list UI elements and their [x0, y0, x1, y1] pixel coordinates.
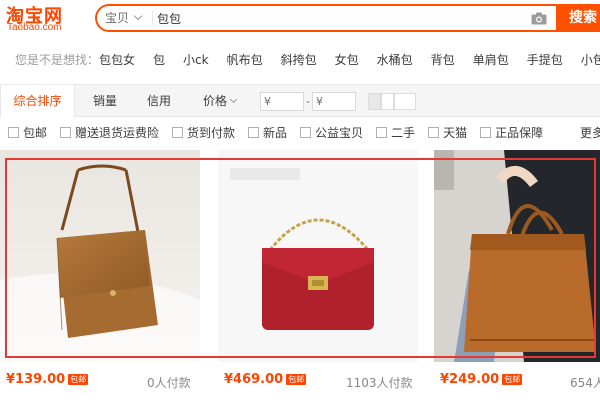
suggestion-item[interactable]: 背包 [431, 51, 455, 68]
search-category-dropdown[interactable]: 宝贝 [105, 6, 143, 30]
price-value: ¥249.00 [440, 372, 500, 387]
product-sales: 654人付款 [570, 376, 600, 390]
filter-label: 天猫 [443, 125, 468, 140]
search-box: 宝贝 [95, 4, 556, 32]
tab-price-label: 价格 [203, 94, 228, 108]
filter-label: 新品 [263, 125, 288, 140]
filter-free-shipping[interactable]: 包邮 [8, 124, 47, 141]
filter-label: 公益宝贝 [315, 125, 364, 140]
tab-sales[interactable]: 销量 [93, 85, 117, 117]
suggestion-item[interactable]: 斜挎包 [281, 51, 317, 68]
related-searches: 您是不是想找： 包包女 包 小ck 帆布包 斜挎包 女包 水桶包 背包 单肩包 … [0, 44, 600, 74]
filter-new[interactable]: 新品 [248, 124, 287, 141]
checkbox[interactable] [248, 126, 260, 138]
filter-label: 二手 [391, 125, 416, 140]
chevron-down-icon [229, 95, 238, 104]
product-card[interactable] [218, 150, 418, 400]
filter-return-insurance[interactable]: 赠送退货运费险 [60, 124, 159, 141]
filter-label: 赠送退货运费险 [75, 125, 160, 140]
related-searches-label: 您是不是想找： [15, 52, 100, 67]
checkbox[interactable] [300, 126, 312, 138]
checkbox[interactable] [60, 126, 72, 138]
large-view-toggle[interactable] [394, 93, 416, 110]
suggestion-item[interactable]: 小包 [581, 51, 600, 68]
product-card[interactable] [434, 150, 600, 400]
camera-icon[interactable] [529, 9, 549, 27]
checkbox[interactable] [428, 126, 440, 138]
filter-label: 正品保障 [495, 125, 544, 140]
grid-view-toggle[interactable] [368, 93, 381, 110]
product-image[interactable] [0, 150, 200, 362]
checkbox[interactable] [376, 126, 388, 138]
product-price: ¥139.00 包邮 [6, 372, 89, 387]
product-sales: 0人付款 [147, 376, 191, 390]
suggestion-item[interactable]: 女包 [335, 51, 359, 68]
filter-authentic[interactable]: 正品保障 [480, 124, 543, 141]
product-card[interactable] [0, 150, 200, 400]
logo-domain: Taobao.com [7, 22, 62, 33]
suggestion-item[interactable]: 水桶包 [377, 51, 413, 68]
search-button[interactable]: 搜索 [556, 4, 600, 32]
search-divider [152, 11, 153, 25]
list-view-toggle[interactable] [381, 93, 394, 110]
checkbox[interactable] [172, 126, 184, 138]
price-range-dash: - [306, 95, 310, 108]
checkbox[interactable] [8, 126, 19, 138]
suggestion-item[interactable]: 包包女 [99, 51, 135, 68]
filter-row: 包邮 赠送退货运费险 货到付款 新品 公益宝贝 二手 天猫 正品保障 [0, 120, 600, 144]
tab-price[interactable]: 价格 [203, 85, 238, 117]
free-shipping-badge: 包邮 [68, 374, 89, 385]
suggestion-item[interactable]: 包 [153, 51, 165, 68]
tab-credit[interactable]: 信用 [147, 85, 171, 117]
free-shipping-badge: 包邮 [286, 374, 307, 385]
tab-default-sort[interactable]: 综合排序 [0, 85, 75, 118]
more-filters-link[interactable]: 更多 [580, 124, 600, 141]
product-sales: 1103人付款 [346, 376, 413, 390]
price-value: ¥469.00 [224, 372, 284, 387]
price-max-input[interactable]: ¥ [312, 92, 356, 111]
filter-label: 包邮 [23, 125, 48, 140]
product-price: ¥249.00 包邮 [440, 372, 523, 387]
filter-cash-on-delivery[interactable]: 货到付款 [172, 124, 235, 141]
suggestion-item[interactable]: 手提包 [527, 51, 563, 68]
search-input[interactable] [157, 6, 517, 30]
product-image[interactable] [434, 150, 600, 362]
chevron-down-icon [133, 11, 143, 21]
price-min-input[interactable]: ¥ [260, 92, 304, 111]
suggestion-item[interactable]: 单肩包 [473, 51, 509, 68]
product-price: ¥469.00 包邮 [224, 372, 307, 387]
suggestion-item[interactable]: 帆布包 [227, 51, 263, 68]
filter-second-hand[interactable]: 二手 [376, 124, 415, 141]
free-shipping-badge: 包邮 [502, 374, 523, 385]
filter-tmall[interactable]: 天猫 [428, 124, 467, 141]
sort-bar: 综合排序 销量 信用 价格 ¥ - ¥ [0, 84, 600, 118]
product-image[interactable] [218, 150, 418, 362]
taobao-logo[interactable]: 淘宝网 Taobao.com [6, 2, 86, 38]
price-value: ¥139.00 [6, 372, 66, 387]
search-category-label: 宝贝 [105, 11, 130, 25]
header: 淘宝网 Taobao.com 宝贝 搜索 [0, 0, 600, 40]
checkbox[interactable] [480, 126, 492, 138]
filter-charity[interactable]: 公益宝贝 [300, 124, 363, 141]
suggestion-item[interactable]: 小ck [183, 51, 209, 68]
filter-label: 货到付款 [187, 125, 236, 140]
